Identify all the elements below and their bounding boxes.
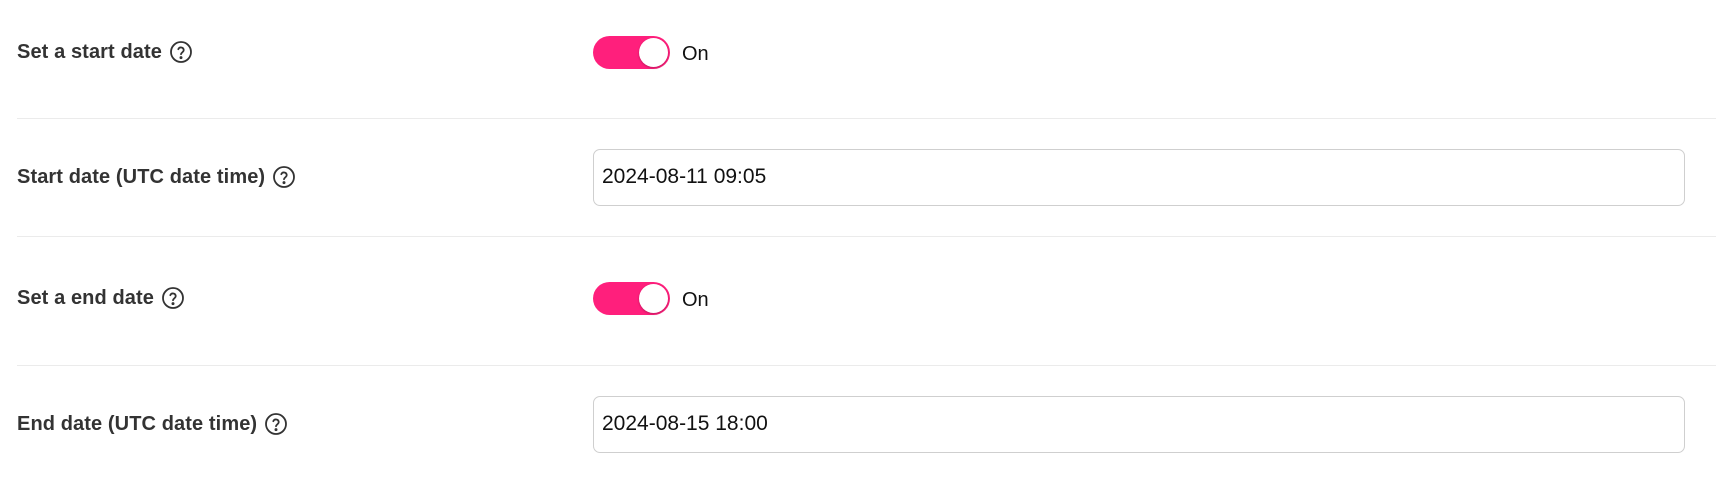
end-date-toggle-row: Set a end date On — [17, 268, 1716, 328]
start-toggle-label-group: Set a start date — [17, 40, 593, 64]
end-date-toggle-switch[interactable] — [593, 281, 670, 315]
divider — [17, 365, 1716, 366]
end-date-input[interactable] — [593, 395, 1685, 453]
toggle-knob — [639, 283, 668, 313]
start-date-toggle-switch[interactable] — [593, 35, 670, 69]
end-date-row: End date (UTC date time) — [17, 395, 1716, 453]
start-date-label: Start date (UTC date time) — [17, 165, 266, 188]
start-date-label-group: Start date (UTC date time) — [17, 165, 593, 189]
start-toggle-control: On — [593, 35, 709, 69]
divider — [17, 236, 1716, 237]
toggle-knob — [639, 37, 668, 67]
start-date-input[interactable] — [593, 148, 1685, 206]
end-toggle-label: Set a end date — [17, 286, 154, 309]
question-circle-icon[interactable] — [169, 40, 193, 64]
divider — [17, 118, 1716, 119]
question-circle-icon[interactable] — [264, 412, 288, 436]
end-toggle-control: On — [593, 281, 709, 315]
question-circle-icon[interactable] — [272, 165, 296, 189]
end-toggle-label-group: Set a end date — [17, 286, 593, 310]
start-toggle-label: Set a start date — [17, 40, 162, 63]
date-settings-panel: Set a start date On Start date (UTC date… — [0, 0, 1716, 482]
end-date-label-group: End date (UTC date time) — [17, 412, 593, 436]
end-date-label: End date (UTC date time) — [17, 412, 258, 435]
question-circle-icon[interactable] — [161, 286, 185, 310]
start-toggle-state: On — [682, 42, 709, 65]
end-toggle-state: On — [682, 288, 709, 311]
start-date-toggle-row: Set a start date On — [17, 22, 1716, 82]
start-date-row: Start date (UTC date time) — [17, 148, 1716, 206]
